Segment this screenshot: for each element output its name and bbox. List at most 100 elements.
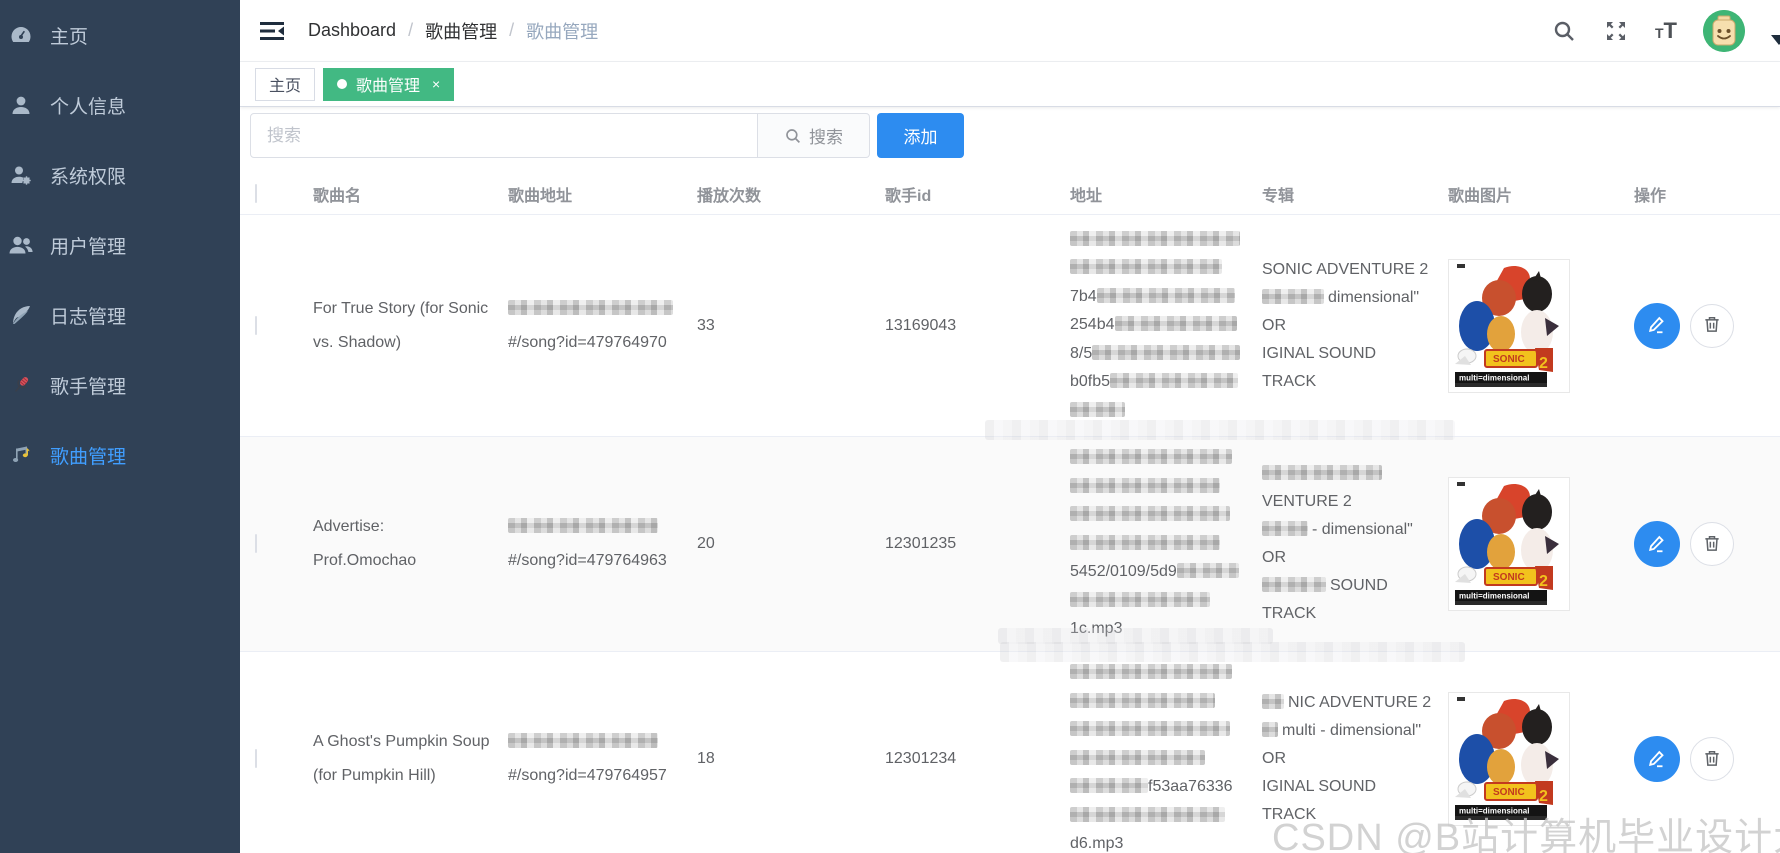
sidebar-item-5[interactable]: 歌手管理 bbox=[0, 350, 240, 420]
svg-text:2: 2 bbox=[1539, 788, 1548, 805]
song-name: A Ghost's Pumpkin Soup (for Pumpkin Hill… bbox=[313, 733, 490, 784]
album-title: VENTURE 2- dimensional" OR SOUND TRACK bbox=[1252, 460, 1438, 628]
col-song-name: 歌曲名 bbox=[313, 188, 362, 205]
sidebar-item-1[interactable]: 个人信息 bbox=[0, 70, 240, 140]
col-album: 专辑 bbox=[1262, 188, 1295, 205]
song-url: #/song?id=479764957 bbox=[498, 725, 687, 793]
dashboard-icon bbox=[8, 22, 34, 48]
add-button[interactable]: 添加 bbox=[877, 113, 964, 158]
redacted-text bbox=[1262, 577, 1326, 592]
user-menu-caret-icon[interactable] bbox=[1771, 35, 1780, 45]
song-url-path: #/song?id=479764963 bbox=[508, 552, 667, 569]
row-checkbox[interactable] bbox=[255, 749, 257, 768]
sidebar-item-2[interactable]: 系统权限 bbox=[0, 140, 240, 210]
select-all-checkbox[interactable] bbox=[255, 184, 257, 203]
tags-view-bar: 主页 歌曲管理 × bbox=[240, 62, 1780, 107]
tag-close-icon[interactable]: × bbox=[432, 77, 440, 91]
col-song-image: 歌曲图片 bbox=[1448, 188, 1513, 205]
breadcrumb: Dashboard / 歌曲管理 / 歌曲管理 bbox=[308, 18, 598, 44]
redacted-text bbox=[1096, 287, 1235, 303]
search-icon[interactable] bbox=[1551, 18, 1577, 44]
microphone-icon bbox=[8, 372, 34, 398]
edit-button[interactable] bbox=[1634, 521, 1680, 567]
breadcrumb-song-management[interactable]: 歌曲管理 bbox=[425, 18, 497, 44]
redacted-text bbox=[1070, 534, 1220, 550]
font-size-icon[interactable]: TT bbox=[1655, 18, 1677, 44]
user-gear-icon bbox=[8, 162, 34, 188]
redacted-text bbox=[1070, 749, 1205, 765]
sidebar-item-0[interactable]: 主页 bbox=[0, 0, 240, 70]
sidebar-item-label: 歌曲管理 bbox=[50, 446, 127, 468]
search-button-label: 搜索 bbox=[809, 128, 843, 147]
edit-button[interactable] bbox=[1634, 302, 1680, 349]
sidebar-item-6[interactable]: 歌曲管理 bbox=[0, 420, 240, 490]
sidebar: 主页个人信息系统权限用户管理 日志管理歌手管理歌曲管理 bbox=[0, 0, 240, 853]
redacted-text bbox=[1110, 373, 1239, 389]
redacted-text bbox=[1070, 806, 1225, 822]
song-image: SONIC 2 multi=dimensional bbox=[1448, 258, 1570, 393]
svg-text:multi=dimensional: multi=dimensional bbox=[1459, 592, 1529, 601]
search-input[interactable] bbox=[250, 113, 758, 158]
delete-button[interactable] bbox=[1690, 522, 1734, 566]
sidebar-item-3[interactable]: 用户管理 bbox=[0, 210, 240, 280]
row-actions bbox=[1634, 736, 1780, 782]
singer-id: 12301235 bbox=[885, 535, 957, 552]
tag-song-management-label: 歌曲管理 bbox=[356, 78, 421, 95]
fullscreen-icon[interactable] bbox=[1603, 18, 1629, 44]
breadcrumb-separator: / bbox=[509, 20, 515, 40]
sidebar-item-label: 歌手管理 bbox=[50, 376, 127, 398]
row-checkbox[interactable] bbox=[255, 315, 257, 335]
search-button[interactable]: 搜索 bbox=[758, 113, 870, 158]
redacted-text bbox=[1070, 230, 1240, 246]
redacted-text bbox=[1070, 664, 1232, 680]
breadcrumb-current: 歌曲管理 bbox=[526, 21, 599, 42]
breadcrumb-separator: / bbox=[408, 20, 414, 40]
svg-text:2: 2 bbox=[1539, 355, 1548, 372]
users-icon bbox=[8, 232, 34, 258]
user-icon bbox=[8, 92, 34, 118]
app-window: 主页 个人信息 系统权限 用户管理 日志管理 歌手管理 歌曲管理 Dashboard / 歌… bbox=[0, 0, 1780, 853]
redacted-text bbox=[1262, 521, 1308, 536]
sidebar-item-label: 个人信息 bbox=[50, 96, 127, 118]
delete-button[interactable] bbox=[1690, 737, 1734, 781]
tag-home-label: 主页 bbox=[269, 78, 302, 95]
redacted-text bbox=[1070, 591, 1210, 607]
active-tag-dot bbox=[337, 79, 348, 89]
redacted-text bbox=[1070, 449, 1232, 465]
delete-button[interactable] bbox=[1690, 303, 1734, 348]
breadcrumb-dashboard[interactable]: Dashboard bbox=[308, 20, 396, 41]
main-area: Dashboard / 歌曲管理 / 歌曲管理 TT 主页 歌曲管理 × 搜索 … bbox=[240, 0, 1780, 853]
music-notes-icon bbox=[8, 442, 34, 468]
col-singer-id: 歌手id bbox=[885, 188, 932, 205]
svg-text:SONIC: SONIC bbox=[1493, 572, 1525, 583]
song-image: SONIC 2 multi=dimensional bbox=[1448, 692, 1570, 826]
redacted-text bbox=[1070, 778, 1148, 794]
edit-button[interactable] bbox=[1634, 736, 1680, 782]
play-count: 33 bbox=[697, 316, 715, 334]
table-row: A Ghost's Pumpkin Soup (for Pumpkin Hill… bbox=[240, 652, 1780, 853]
svg-text:2: 2 bbox=[1539, 573, 1548, 590]
feather-icon bbox=[8, 302, 34, 328]
redacted-text bbox=[1070, 506, 1230, 522]
redacted-text bbox=[508, 518, 658, 533]
sidebar-toggle-icon[interactable] bbox=[260, 20, 284, 42]
redacted-text bbox=[1176, 563, 1239, 579]
sidebar-item-4[interactable]: 日志管理 bbox=[0, 280, 240, 350]
song-image: SONIC 2 multi=dimensional bbox=[1448, 477, 1570, 611]
redacted-text bbox=[1070, 401, 1125, 417]
tag-song-management[interactable]: 歌曲管理 × bbox=[323, 67, 455, 101]
row-checkbox[interactable] bbox=[255, 534, 257, 553]
row-actions bbox=[1634, 521, 1780, 567]
play-count: 20 bbox=[697, 535, 715, 552]
col-song-url: 歌曲地址 bbox=[508, 188, 573, 205]
song-url: #/song?id=479764963 bbox=[498, 510, 687, 578]
play-count: 18 bbox=[697, 750, 715, 767]
table-row: Advertise: Prof.Omochao #/song?id=4797649… bbox=[240, 437, 1780, 652]
avatar[interactable] bbox=[1703, 10, 1745, 52]
sidebar-item-label: 系统权限 bbox=[50, 166, 127, 188]
tag-home[interactable]: 主页 bbox=[255, 67, 316, 101]
file-address: 5452/0109/5d9 1c.mp3 bbox=[1060, 444, 1252, 644]
redacted-text bbox=[1092, 344, 1241, 360]
sidebar-item-label: 主页 bbox=[50, 26, 89, 48]
table-body: For True Story (for Sonic vs. Shadow) #/s… bbox=[240, 215, 1780, 853]
